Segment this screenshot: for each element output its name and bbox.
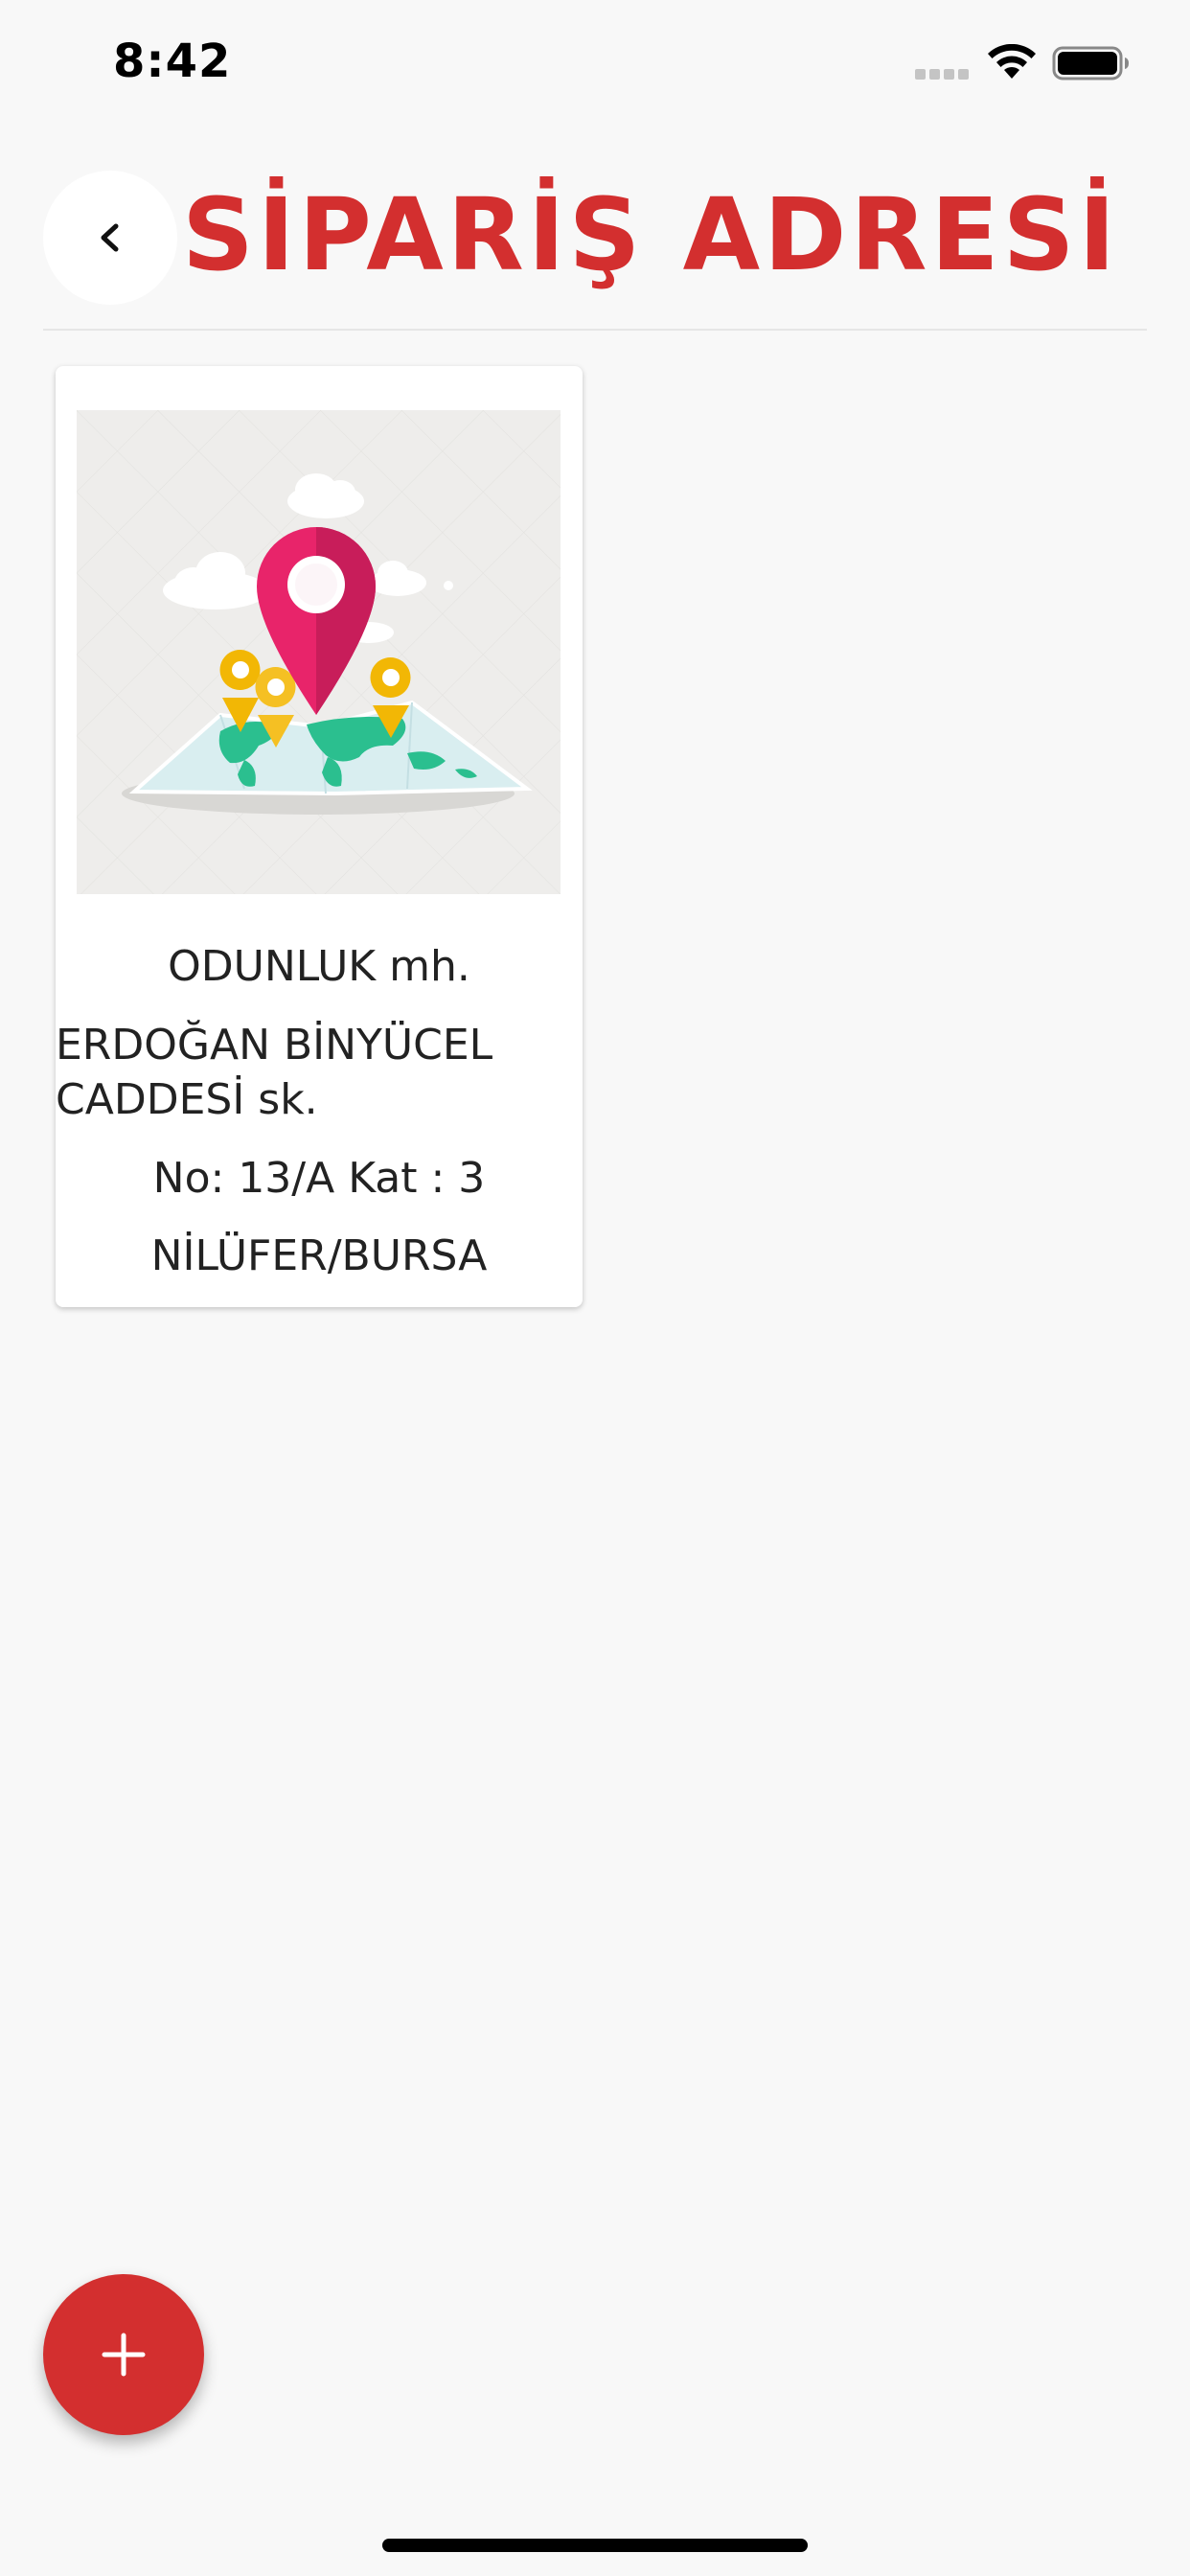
address-district-city: NİLÜFER/BURSA [150,1231,488,1280]
signal-dots-icon [915,69,971,80]
screen: 8:42 SİPARİŞ ADRESİ ODUNLUK mh. ERDOĞAN … [0,0,1190,2576]
page-title: SİPARİŞ ADRESİ [182,176,1120,293]
header-divider [43,329,1147,331]
address-neighborhood: ODUNLUK mh. [168,942,470,991]
map-pin-icon [77,410,561,894]
wifi-icon [988,44,1036,79]
status-time: 8:42 [113,34,232,88]
chevron-left-icon [101,223,119,252]
address-number-floor: No: 13/A Kat : 3 [152,1154,486,1203]
address-street: ERDOĞAN BİNYÜCEL CADDESİ sk. [56,1021,493,1124]
address-map-image [77,410,561,894]
add-address-button[interactable] [43,2274,204,2435]
back-button[interactable] [43,171,177,305]
plus-icon [102,2333,146,2377]
battery-icon [1052,46,1129,80]
address-card[interactable]: ODUNLUK mh. ERDOĞAN BİNYÜCEL CADDESİ sk.… [56,366,583,1307]
home-indicator [382,2539,808,2552]
